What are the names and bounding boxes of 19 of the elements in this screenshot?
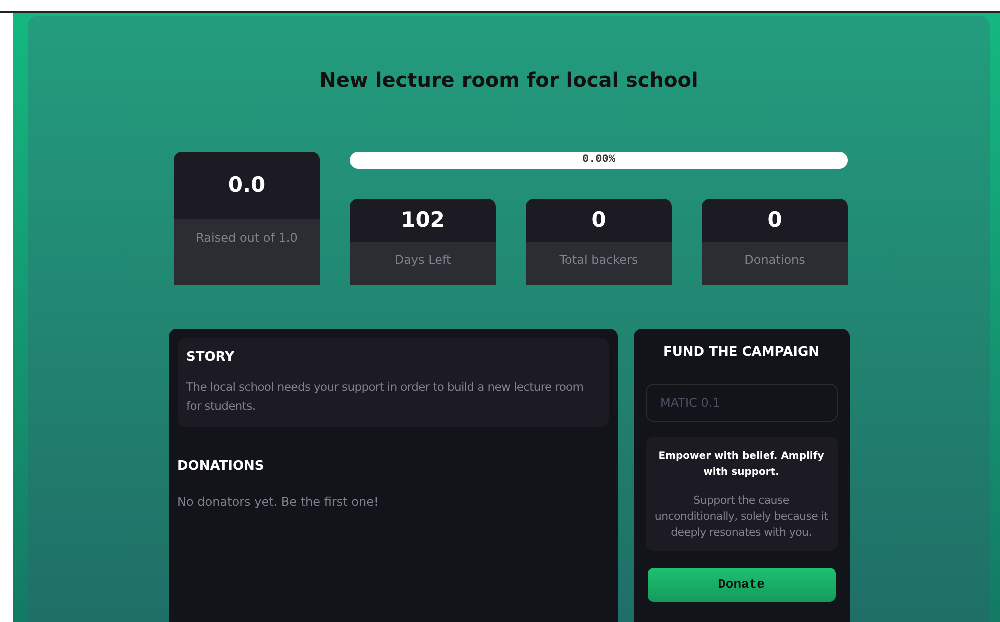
- stat-label: Raised out of 1.0: [196, 230, 298, 247]
- donate-button[interactable]: Donate: [648, 568, 836, 602]
- stat-value: 0: [592, 206, 606, 234]
- donations-heading: DONATIONS: [178, 458, 266, 476]
- stat-value: 0: [768, 206, 782, 234]
- donations-empty-text: No donators yet. Be the first one!: [178, 494, 380, 511]
- support-note: Support the cause unconditionally, solely because it deeply resonates with you.: [654, 492, 830, 540]
- campaign-title: New lecture room for local school: [320, 67, 698, 94]
- stat-label: Total backers: [560, 252, 638, 269]
- stat-value: 0.0: [228, 172, 266, 199]
- story-heading: STORY: [186, 349, 236, 367]
- fund-heading: FUND THE CAMPAIGN: [662, 344, 821, 362]
- motto-text: Empower with belief. Amplify with support.: [658, 450, 826, 480]
- stat-label: Donations: [744, 252, 806, 269]
- stat-value: 102: [401, 206, 445, 234]
- amount-field[interactable]: MATIC 0.1: [646, 384, 838, 422]
- progress-label: 0.00%: [582, 153, 616, 168]
- stat-label: Days Left: [394, 252, 452, 269]
- story-text: The local school needs your support in order to build a new lecture room for students.: [186, 378, 585, 414]
